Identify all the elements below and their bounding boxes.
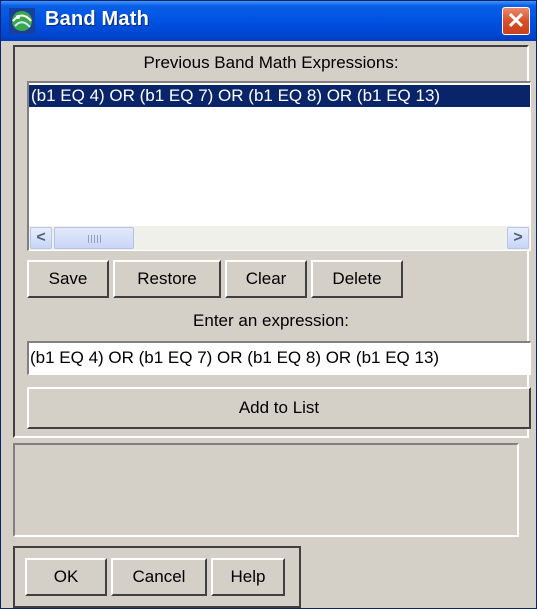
horizontal-scrollbar[interactable]: < > <box>29 226 530 250</box>
dialog-body: Previous Band Math Expressions: (b1 EQ 4… <box>1 41 536 608</box>
restore-button[interactable]: Restore <box>113 260 221 298</box>
scroll-left-icon[interactable]: < <box>30 227 52 249</box>
help-button[interactable]: Help <box>211 558 285 596</box>
title-bar[interactable]: Band Math ✕ <box>1 1 536 41</box>
envi-globe-icon <box>9 8 35 34</box>
add-to-list-button[interactable]: Add to List <box>27 387 531 429</box>
close-icon[interactable]: ✕ <box>502 7 530 35</box>
ok-button[interactable]: OK <box>25 558 107 596</box>
cancel-button[interactable]: Cancel <box>111 558 207 596</box>
previous-expressions-label: Previous Band Math Expressions: <box>143 53 399 72</box>
expression-frame: Previous Band Math Expressions: (b1 EQ 4… <box>13 45 531 438</box>
status-panel <box>13 443 519 537</box>
scrollbar-thumb[interactable] <box>54 227 134 249</box>
expression-input[interactable]: (b1 EQ 4) OR (b1 EQ 7) OR (b1 EQ 8) OR (… <box>27 341 531 375</box>
band-math-window: Band Math ✕ Previous Band Math Expressio… <box>0 0 537 609</box>
previous-expressions-list[interactable]: (b1 EQ 4) OR (b1 EQ 7) OR (b1 EQ 8) OR (… <box>27 81 531 251</box>
grip-icon <box>88 235 102 243</box>
scroll-right-icon[interactable]: > <box>507 227 529 249</box>
save-button[interactable]: Save <box>27 260 109 298</box>
window-title: Band Math <box>45 8 150 30</box>
clear-button[interactable]: Clear <box>225 260 307 298</box>
dialog-buttons-frame: OK Cancel Help <box>13 546 301 608</box>
delete-button[interactable]: Delete <box>311 260 403 298</box>
enter-expression-label: Enter an expression: <box>193 311 349 330</box>
list-item[interactable]: (b1 EQ 4) OR (b1 EQ 7) OR (b1 EQ 8) OR (… <box>29 85 530 107</box>
